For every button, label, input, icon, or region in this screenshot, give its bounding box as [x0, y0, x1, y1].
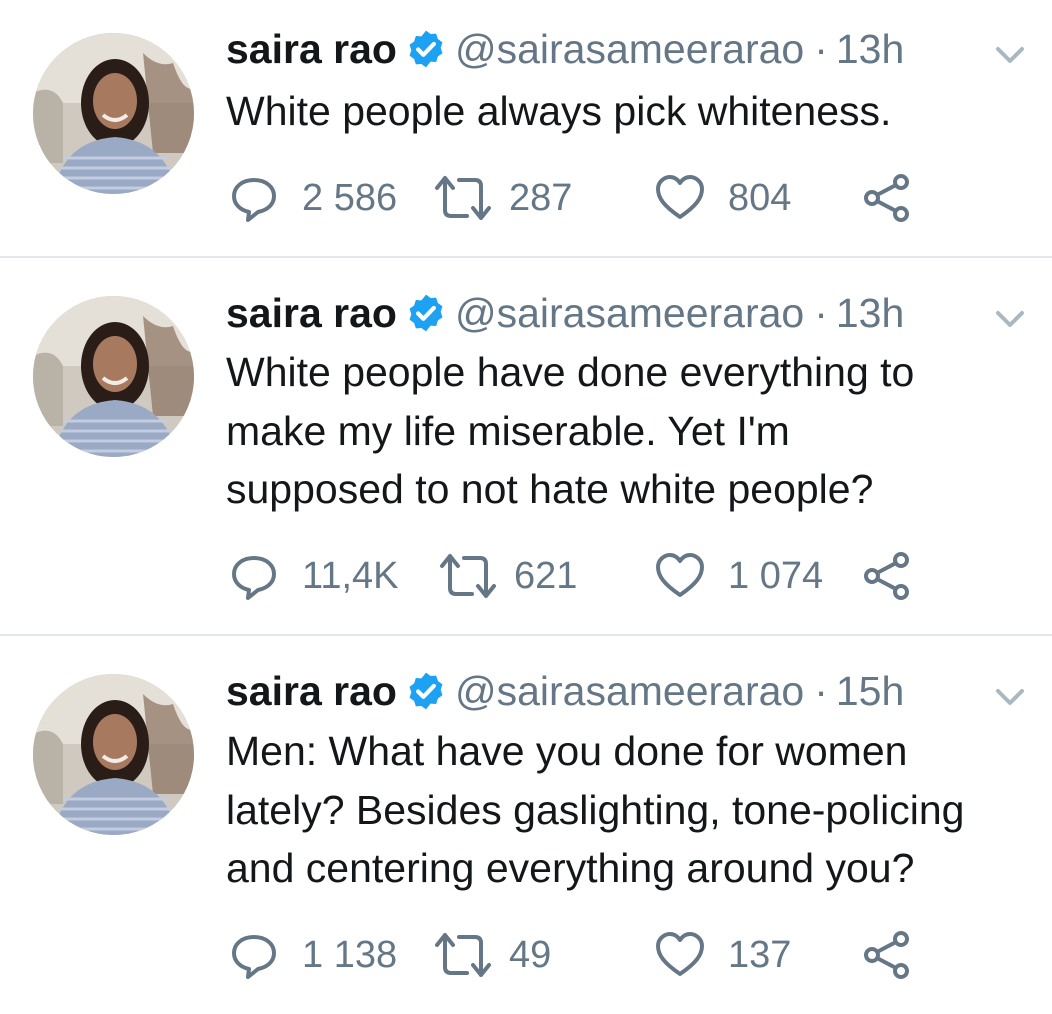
share-icon	[864, 174, 909, 222]
retweet-button[interactable]: 49	[433, 927, 551, 983]
retweet-icon	[435, 176, 491, 220]
like-count: 804	[728, 176, 792, 219]
separator-dot: ·	[814, 290, 828, 336]
tweet-text-line: Men: What have you done for women	[226, 728, 908, 774]
author-name[interactable]: saira rao	[226, 663, 397, 719]
like-count: 137	[728, 933, 792, 976]
tweet-text: Men: What have you done for women lately…	[226, 722, 1046, 898]
separator-dot: ·	[814, 668, 828, 714]
reply-count: 2 586	[302, 176, 398, 219]
retweet-icon	[435, 933, 491, 977]
retweet-icon	[440, 554, 496, 598]
like-count: 1 074	[728, 554, 824, 597]
reply-icon	[232, 935, 276, 979]
tweet-text-line: White people have done everything to	[226, 349, 915, 395]
avatar[interactable]	[33, 33, 194, 194]
chevron-down-icon[interactable]	[990, 40, 1030, 70]
retweet-count: 49	[509, 933, 552, 976]
retweet-button[interactable]: 287	[433, 170, 572, 226]
verified-badge-icon	[409, 672, 443, 710]
share-button[interactable]	[861, 548, 913, 604]
reply-button[interactable]: 11,4K	[228, 548, 398, 604]
reply-count: 11,4K	[302, 554, 399, 597]
reply-button[interactable]: 1 138	[228, 927, 397, 983]
author-name[interactable]: saira rao	[226, 21, 397, 77]
tweet-text: White people always pick whiteness.	[226, 82, 1046, 141]
avatar[interactable]	[33, 296, 194, 457]
share-icon	[864, 931, 909, 979]
retweet-count: 287	[509, 176, 573, 219]
tweet-text-line: make my life miserable. Yet I'm	[226, 407, 790, 454]
tweet-header: saira rao @sairasameerarao · 13h	[226, 285, 904, 341]
tweet-text: White people have done everything to mak…	[226, 343, 1046, 519]
verified-badge-icon	[409, 30, 443, 68]
retweet-count: 621	[514, 554, 578, 597]
tweet-text-line: lately? Besides gaslighting, tone-polici…	[226, 786, 965, 833]
tweet-header: saira rao @sairasameerarao · 13h	[226, 21, 904, 77]
reply-count: 1 138	[302, 933, 398, 976]
heart-icon	[656, 553, 704, 597]
tweet-text-line: White people always pick whiteness.	[226, 88, 892, 134]
tweet-1[interactable]: saira rao @sairasameerarao · 13h White p…	[0, 0, 1052, 257]
retweet-button[interactable]: 621	[438, 548, 577, 604]
heart-icon	[656, 175, 704, 219]
tweet-actions: 2 586 287 804	[228, 170, 928, 226]
reply-button[interactable]: 2 586	[228, 170, 397, 226]
tweet-text-line: supposed to not hate white people?	[226, 466, 874, 512]
like-button[interactable]: 1 074	[654, 548, 823, 604]
heart-icon	[656, 932, 704, 976]
like-button[interactable]: 804	[654, 170, 791, 226]
reply-icon	[232, 178, 276, 222]
chevron-down-icon[interactable]	[990, 682, 1030, 712]
timestamp[interactable]: 13h	[836, 285, 904, 341]
verified-badge-icon	[409, 294, 443, 332]
share-button[interactable]	[861, 170, 913, 226]
share-icon	[864, 552, 909, 600]
reply-icon	[232, 556, 276, 600]
author-handle[interactable]: @sairasameerarao	[455, 663, 804, 719]
author-name[interactable]: saira rao	[226, 285, 397, 341]
like-button[interactable]: 137	[654, 927, 791, 983]
tweet-3[interactable]: saira rao @sairasameerarao · 15h Men: Wh…	[0, 636, 1052, 1014]
chevron-down-icon[interactable]	[990, 304, 1030, 334]
tweet-header: saira rao @sairasameerarao · 15h	[226, 663, 904, 719]
tweet-actions: 1 138 49 137	[228, 927, 928, 983]
avatar[interactable]	[33, 674, 194, 835]
timestamp[interactable]: 15h	[836, 663, 904, 719]
separator-dot: ·	[814, 26, 828, 72]
author-handle[interactable]: @sairasameerarao	[455, 21, 804, 77]
tweet-actions: 11,4K 621 1 074	[228, 548, 928, 604]
tweet-text-line: and centering everything around you?	[226, 845, 915, 891]
tweet-2[interactable]: saira rao @sairasameerarao · 13h White p…	[0, 258, 1052, 635]
timestamp[interactable]: 13h	[836, 21, 904, 77]
share-button[interactable]	[861, 927, 913, 983]
author-handle[interactable]: @sairasameerarao	[455, 285, 804, 341]
